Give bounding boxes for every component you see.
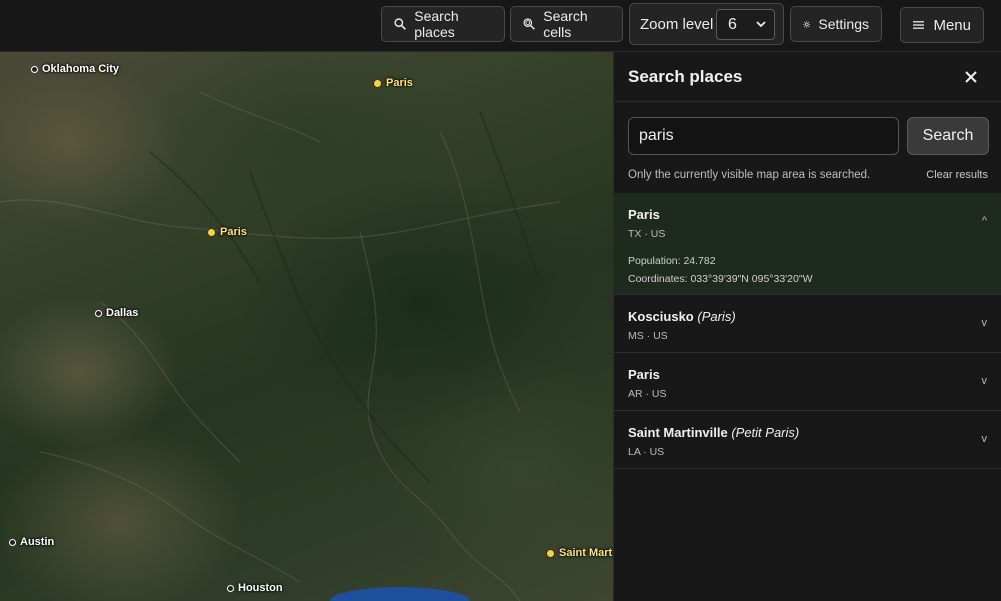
city-label: Dallas (106, 307, 139, 319)
city-marker[interactable]: Dallas (95, 307, 138, 319)
result-name: Saint Martinville (Petit Paris) (628, 425, 800, 440)
hamburger-icon (913, 21, 925, 29)
chevron-down-icon (756, 21, 766, 28)
result-alt-name: (Petit Paris) (731, 425, 800, 440)
city-dot-icon (227, 584, 234, 592)
chevron-down-icon[interactable]: v (982, 317, 988, 329)
search-cells-button[interactable]: Search cells (510, 6, 623, 42)
result-region: AR · US (628, 388, 667, 400)
city-marker[interactable]: Austin (9, 536, 54, 548)
panel-title: Search places (628, 67, 743, 86)
result-region: MS · US (628, 330, 668, 342)
city-label: Austin (20, 536, 55, 548)
settings-button[interactable]: Settings (790, 6, 882, 42)
search-places-button[interactable]: Search places (381, 6, 505, 42)
result-region: TX · US (628, 228, 666, 240)
zoom-level-select[interactable]: 6 (716, 9, 775, 40)
clear-results-button[interactable]: Clear results (926, 169, 988, 181)
search-hint: Only the currently visible map area is s… (628, 169, 871, 181)
search-cells-icon (523, 18, 535, 30)
search-places-panel: Search places Search Only the currently … (613, 52, 1001, 601)
map-view[interactable]: Oklahoma City Paris Paris Dallas Austin … (0, 52, 613, 601)
city-dot-icon (31, 65, 38, 73)
result-population: Population: 24.782 (628, 255, 716, 267)
search-icon (394, 18, 406, 30)
chevron-down-icon[interactable]: v (982, 375, 988, 387)
result-name: Kosciusko (Paris) (628, 309, 736, 324)
city-marker-highlighted[interactable]: Paris (207, 226, 247, 238)
search-button[interactable]: Search (907, 117, 989, 155)
zoom-level-control: Zoom level 6 (629, 3, 784, 45)
settings-label: Settings (818, 16, 869, 32)
city-label: Paris (386, 77, 413, 89)
search-row: Search (628, 117, 989, 155)
city-label: Houston (238, 582, 283, 594)
menu-label: Menu (933, 16, 971, 34)
city-label: Paris (220, 226, 247, 238)
result-item[interactable]: Saint Martinville (Petit Paris) LA · US … (614, 411, 1001, 469)
city-marker-highlighted[interactable]: Saint Martinville (546, 547, 613, 559)
result-name: Paris (628, 367, 660, 382)
city-dot-icon (546, 548, 555, 558)
city-dot-icon (373, 78, 382, 88)
result-coordinates: Coordinates: 033°39'39"N 095°33'20"W (628, 273, 813, 285)
panel-header: Search places (614, 52, 1001, 102)
gear-icon (803, 20, 811, 28)
result-details: Population: 24.782 Coordinates: 033°39'3… (628, 252, 987, 288)
city-marker-highlighted[interactable]: Paris (373, 77, 413, 89)
close-icon[interactable] (963, 69, 979, 85)
search-places-label: Search places (414, 8, 459, 40)
city-marker[interactable]: Oklahoma City (31, 63, 119, 75)
zoom-level-value: 6 (728, 15, 737, 33)
search-cells-label: Search cells (543, 8, 588, 40)
chevron-up-icon[interactable]: ^ (982, 215, 987, 227)
terrain-texture (0, 91, 561, 601)
result-item[interactable]: Kosciusko (Paris) MS · US v (614, 295, 1001, 353)
result-item[interactable]: Paris AR · US v (614, 353, 1001, 411)
city-label: Saint Martinville (559, 547, 613, 559)
city-label: Oklahoma City (42, 63, 120, 75)
gulf-water (330, 587, 470, 601)
menu-button[interactable]: Menu (900, 7, 984, 43)
city-marker[interactable]: Houston (227, 582, 283, 594)
result-alt-name: (Paris) (697, 309, 736, 324)
result-item[interactable]: Paris TX · US Population: 24.782 Coordin… (614, 193, 1001, 295)
city-dot-icon (207, 227, 216, 237)
city-dot-icon (9, 538, 16, 546)
result-name: Paris (628, 207, 660, 222)
search-input[interactable] (628, 117, 899, 155)
city-dot-icon (95, 309, 102, 317)
results-list: Paris TX · US Population: 24.782 Coordin… (614, 193, 1001, 469)
result-region: LA · US (628, 446, 665, 458)
zoom-level-label: Zoom level (640, 15, 714, 33)
top-toolbar: Search places Search cells Zoom level 6 … (0, 0, 1001, 52)
chevron-down-icon[interactable]: v (982, 433, 988, 445)
